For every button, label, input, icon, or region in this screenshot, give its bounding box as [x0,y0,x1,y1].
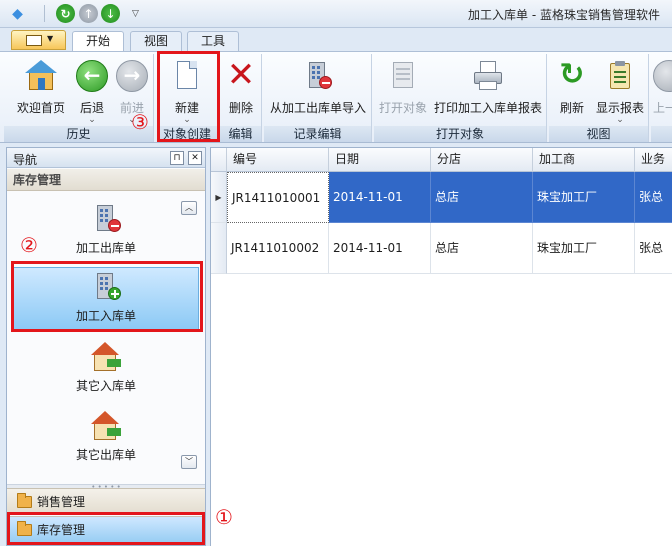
navigation-title: 导航 [13,153,38,167]
open-document-icon [387,60,419,92]
callout-number-2: ② [20,233,38,257]
previous-button[interactable]: 上一 [653,56,672,126]
refresh-button[interactable]: ↻ 刷新 [551,56,593,126]
chevron-down-icon: ⌄ [616,115,624,125]
group-record-edit: 从加工出库单导入 记录编辑 [264,54,372,142]
nav-item-processing-inbound[interactable]: 加工入库单 [13,267,199,331]
app-gem-icon[interactable]: ◆ [8,4,27,23]
ribbon-tabs: ▼ 开始 视图 工具 [0,28,672,53]
back-button[interactable]: ← 后退 ⌄ [72,56,112,126]
house-out-icon [89,411,123,441]
group-open-object: 打开对象 打印加工入库单报表 打开对象 [374,54,547,142]
grid-corner [211,148,227,172]
building-add-icon [89,272,123,302]
chevron-down-icon: ⌄ [183,115,191,125]
nav-category-inventory[interactable]: 库存管理 [7,516,205,542]
callout-number-1: ① [215,505,233,529]
callout-number-3: ③ [131,110,149,134]
tab-home[interactable]: 开始 [72,31,124,53]
up-arrow-icon[interactable]: ↑ [79,4,98,23]
ribbon: 欢迎首页 ← 后退 ⌄ → 前进 ⌄ 历史 新建 ⌄ 对象创建 ✕ 删除 编辑 … [0,51,672,143]
nav-item-other-inbound[interactable]: 其它入库单 [13,338,199,402]
column-header-processor[interactable]: 加工商 [533,148,635,172]
tab-tools[interactable]: 工具 [187,31,239,52]
group-edit: ✕ 删除 编辑 [220,54,262,142]
window-title: 加工入库单 - 蓝格珠宝销售管理软件 [468,8,660,22]
folder-icon [17,493,32,508]
refresh-icon[interactable]: ↻ [56,4,75,23]
building-remove-icon [302,60,334,92]
nav-category-sales[interactable]: 销售管理 [7,488,205,514]
cell-branch[interactable]: 总店 [431,223,533,274]
close-icon[interactable]: ✕ [188,151,202,165]
building-remove-icon [89,204,123,234]
row-header [211,223,227,274]
delete-x-icon: ✕ [226,55,256,95]
navigation-header: 导航 ⊓ ✕ [7,148,205,168]
import-from-outbound-button[interactable]: 从加工出库单导入 [268,56,368,126]
table-row[interactable]: JR1411010002 2014-11-01 总店 珠宝加工厂 张总 [211,223,672,274]
chevron-down-icon: ⌄ [88,115,96,125]
title-bar: ◆ ↻ ↑ ↓ ▽ 加工入库单 - 蓝格珠宝销售管理软件 [0,0,672,28]
nav-item-other-outbound[interactable]: 其它出库单 [13,407,199,471]
tab-view[interactable]: 视图 [130,31,182,52]
nav-group-title: 库存管理 [7,169,205,191]
column-header-staff[interactable]: 业务员 [635,148,672,189]
forward-arrow-icon: → [116,60,148,92]
refresh-icon: ↻ [559,57,585,92]
group-label-open-object: 打开对象 [374,126,546,142]
home-button[interactable]: 欢迎首页 [10,56,72,126]
down-arrow-icon[interactable]: ↓ [101,4,120,23]
customize-qat-icon[interactable]: ▽ [126,4,145,23]
clipboard-report-icon [604,60,636,92]
column-header-branch[interactable]: 分店 [431,148,533,172]
cell-date[interactable]: 2014-11-01 [329,172,431,223]
group-navigation-partial: 上一 [651,54,672,142]
cell-date[interactable]: 2014-11-01 [329,223,431,274]
home-icon [25,60,57,92]
folder-icon [17,521,32,536]
cell-processor[interactable]: 珠宝加工厂 [533,172,635,223]
group-object-creation: 新建 ⌄ 对象创建 [157,54,218,142]
application-menu-button[interactable]: ▼ [11,30,66,50]
group-view: ↻ 刷新 显示报表 ⌄ 视图 [549,54,649,142]
open-object-button[interactable]: 打开对象 [376,56,430,126]
navigation-pane: 导航 ⊓ ✕ 库存管理 ︿ 加工出库单 加工入库单 其它入库单 其它出库单 ﹀ … [6,147,206,546]
cell-processor[interactable]: 珠宝加工厂 [533,223,635,274]
scroll-down-button[interactable]: ﹀ [181,455,197,469]
chevron-down-icon: ▼ [47,34,54,43]
column-header-code[interactable]: 编号 [227,148,329,172]
new-document-icon [171,60,203,92]
group-label-object-creation: 对象创建 [157,126,217,142]
group-label-view: 视图 [549,126,648,142]
delete-button[interactable]: ✕ 删除 [222,56,260,126]
menu-icon [26,35,42,46]
house-in-icon [89,342,123,372]
cell-staff[interactable]: 张总 [635,223,672,274]
row-indicator-icon: ▶ [211,172,227,223]
cell-code[interactable]: JR1411010002 [227,223,329,274]
table-row[interactable]: ▶ JR1411010001 2014-11-01 总店 珠宝加工厂 张总 [211,172,672,223]
group-label-record-edit: 记录编辑 [264,126,371,142]
cell-code[interactable]: JR1411010001 [227,172,329,223]
column-header-date[interactable]: 日期 [329,148,431,172]
back-arrow-icon: ← [76,60,108,92]
cell-branch[interactable]: 总店 [431,172,533,223]
qa-separator [44,5,45,22]
group-label-edit: 编辑 [220,126,261,142]
previous-arrow-icon [653,60,672,92]
pin-icon[interactable]: ⊓ [170,151,184,165]
data-grid: 编号 日期 分店 加工商 业务员 ▶ JR1411010001 2014-11-… [210,147,672,546]
printer-icon [472,60,504,92]
show-report-button[interactable]: 显示报表 ⌄ [593,56,647,126]
group-label-partial [651,126,672,142]
nav-item-processing-outbound[interactable]: 加工出库单 [13,200,199,264]
cell-staff[interactable]: 张总 [635,172,672,223]
new-button[interactable]: 新建 ⌄ [163,56,211,126]
print-report-button[interactable]: 打印加工入库单报表 [432,56,544,126]
